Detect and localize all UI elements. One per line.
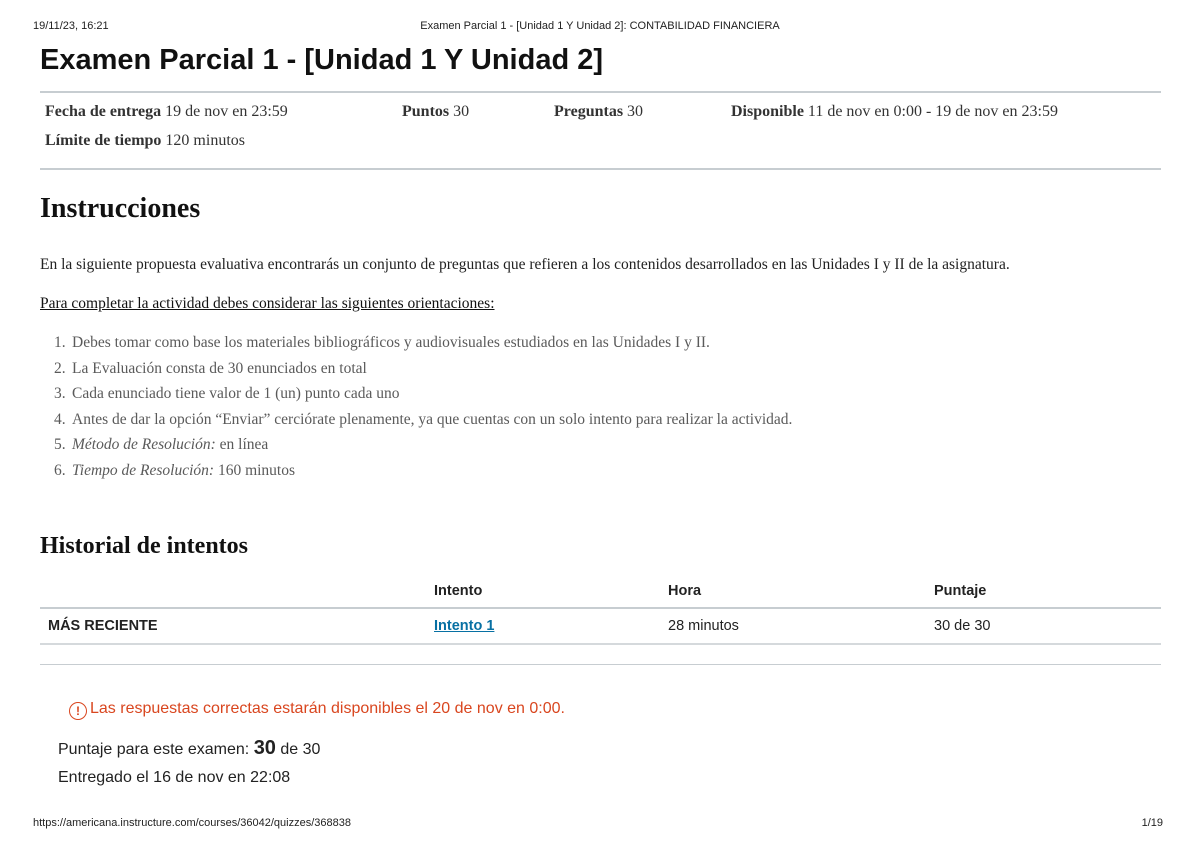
instructions-heading: Instrucciones bbox=[40, 193, 201, 224]
list-item: 4. Antes de dar la opción “Enviar” cerció… bbox=[54, 410, 793, 428]
warning-circle-icon: ! bbox=[69, 702, 87, 720]
due-date-value: 19 de nov en 23:59 bbox=[165, 103, 288, 120]
print-footer: https://americana.instructure.com/course… bbox=[33, 817, 1163, 831]
list-item: 5. Método de Resolución: en línea bbox=[54, 436, 269, 454]
divider bbox=[40, 664, 1161, 665]
quiz-score: Puntaje para este examen: 30 de 30 bbox=[58, 737, 320, 760]
score-value: 30 bbox=[253, 737, 276, 759]
column-header-attempt: Intento bbox=[434, 574, 668, 609]
availability-value: 11 de nov en 0:00 - 19 de nov en 23:59 bbox=[807, 103, 1058, 120]
availability-label: Disponible bbox=[731, 103, 804, 120]
list-item: 2. La Evaluación consta de 30 enunciados … bbox=[54, 359, 367, 377]
divider bbox=[40, 91, 1161, 93]
column-header-empty bbox=[40, 574, 434, 609]
answers-notice: ! Las respuestas correctas estarán dispon… bbox=[69, 700, 565, 720]
list-item: 6. Tiempo de Resolución: 160 minutos bbox=[54, 461, 296, 479]
due-date-label: Fecha de entrega bbox=[45, 103, 162, 120]
points: Puntos 30 bbox=[402, 103, 469, 121]
column-header-score: Puntaje bbox=[934, 574, 1161, 609]
instructions-intro: En la siguiente propuesta evaluativa enc… bbox=[40, 256, 1010, 273]
time-limit: Límite de tiempo 120 minutos bbox=[45, 132, 245, 150]
questions: Preguntas 30 bbox=[554, 103, 643, 121]
print-header: 19/11/23, 16:21 Examen Parcial 1 - [Unid… bbox=[33, 20, 1167, 34]
time-limit-value: 120 minutos bbox=[165, 132, 245, 149]
attempt-link[interactable]: Intento 1 bbox=[434, 618, 494, 634]
page-number: 1/19 bbox=[1141, 817, 1163, 829]
list-item: 3. Cada enunciado tiene valor de 1 (un) p… bbox=[54, 385, 400, 403]
attempt-status: MÁS RECIENTE bbox=[40, 608, 434, 645]
questions-label: Preguntas bbox=[554, 103, 624, 120]
page-url: https://americana.instructure.com/course… bbox=[33, 817, 351, 829]
item-label: Tiempo de Resolución: bbox=[72, 461, 215, 479]
guidelines-heading: Para completar la actividad debes consid… bbox=[40, 295, 495, 312]
availability: Disponible 11 de nov en 0:00 - 19 de nov… bbox=[731, 103, 1058, 121]
history-heading: Historial de intentos bbox=[40, 533, 248, 559]
time-limit-label: Límite de tiempo bbox=[45, 132, 162, 149]
score-suffix: de 30 bbox=[280, 741, 321, 758]
attempt-time: 28 minutos bbox=[668, 608, 934, 645]
item-label: Método de Resolución: bbox=[72, 436, 216, 454]
print-doc-title: Examen Parcial 1 - [Unidad 1 Y Unidad 2]… bbox=[420, 20, 780, 32]
table-header-row: Intento Hora Puntaje bbox=[40, 574, 1161, 609]
points-label: Puntos bbox=[402, 103, 450, 120]
submitted-date: Entregado el 16 de nov en 22:08 bbox=[58, 769, 291, 786]
attempt-score: 30 de 30 bbox=[934, 608, 1161, 645]
guidelines-list: 1. Debes tomar como base los materiales b… bbox=[54, 333, 792, 487]
attempt-cell: Intento 1 bbox=[434, 608, 668, 645]
notice-text: Las respuestas correctas estarán disponi… bbox=[90, 700, 565, 717]
page-title: Examen Parcial 1 - [Unidad 1 Y Unidad 2] bbox=[40, 44, 604, 76]
due-date: Fecha de entrega 19 de nov en 23:59 bbox=[45, 103, 288, 121]
points-value: 30 bbox=[453, 103, 470, 120]
column-header-time: Hora bbox=[668, 574, 934, 609]
questions-value: 30 bbox=[627, 103, 644, 120]
attempts-table: Intento Hora Puntaje MÁS RECIENTE Intent… bbox=[40, 574, 1161, 645]
divider bbox=[40, 168, 1161, 170]
score-prefix: Puntaje para este examen: bbox=[58, 741, 250, 758]
table-row: MÁS RECIENTE Intento 1 28 minutos 30 de … bbox=[40, 608, 1161, 645]
list-item: 1. Debes tomar como base los materiales b… bbox=[54, 334, 710, 351]
